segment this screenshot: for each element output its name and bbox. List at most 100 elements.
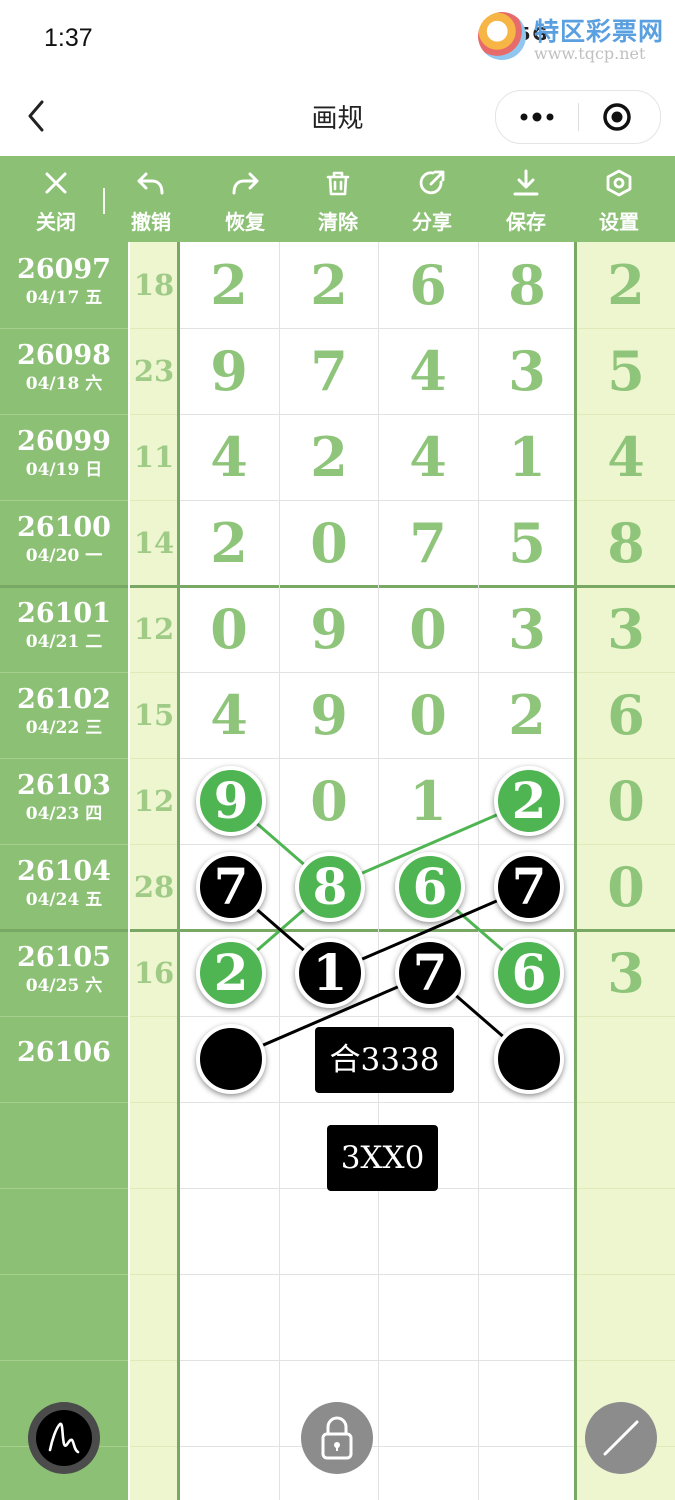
sum-value: 14 <box>133 526 175 560</box>
issue-number: 26101 <box>17 598 111 629</box>
digit-cell: 0 <box>210 597 248 661</box>
close-button[interactable]: 关闭 <box>16 156 96 242</box>
row-divider <box>130 844 178 845</box>
row-divider <box>0 328 128 329</box>
row-divider <box>0 1188 128 1189</box>
close-icon <box>45 172 67 194</box>
undo-button[interactable]: 撤销 <box>111 156 191 242</box>
save-label: 保存 <box>506 210 546 234</box>
watermark-logo-icon <box>478 12 526 60</box>
marked-ball[interactable]: 2 <box>494 766 564 836</box>
issue-date: 04/22 三 <box>25 718 103 738</box>
marked-ball[interactable]: 2 <box>196 938 266 1008</box>
issue-date: 04/19 日 <box>25 460 103 480</box>
share-button[interactable]: 分享 <box>392 156 472 242</box>
row-divider <box>577 1102 675 1103</box>
sum-label[interactable]: 合3338 <box>315 1027 454 1093</box>
issue-number: 26098 <box>17 340 111 371</box>
sum-value: 16 <box>133 956 175 990</box>
issue-cell: 26103 04/23 四 <box>0 771 128 825</box>
row-divider <box>130 414 178 415</box>
row-divider <box>0 1016 128 1017</box>
pattern-label[interactable]: 3XX0 <box>327 1125 438 1191</box>
sum-value: 11 <box>133 440 175 474</box>
digit-cell: 4 <box>210 683 248 747</box>
sum-value: 12 <box>133 784 175 818</box>
marked-ball[interactable]: 9 <box>196 766 266 836</box>
issue-date: 04/18 六 <box>25 374 103 394</box>
sum-value: 15 <box>133 698 175 732</box>
digit-cell: 9 <box>310 683 348 747</box>
row-divider <box>0 414 128 415</box>
tail-value: 3 <box>607 597 645 661</box>
row-divider <box>130 672 178 673</box>
save-button[interactable]: 保存 <box>486 156 566 242</box>
share-label: 分享 <box>412 210 452 234</box>
tail-value: 3 <box>607 941 645 1005</box>
lock-button[interactable] <box>301 1402 373 1474</box>
undo-icon <box>137 172 164 195</box>
download-icon <box>513 169 539 196</box>
digit-cell: 0 <box>409 597 447 661</box>
issue-cell: 26098 04/18 六 <box>0 341 128 395</box>
issue-date: 04/20 一 <box>25 546 103 566</box>
tail-value: 2 <box>607 253 645 317</box>
issue-cell: 26105 04/25 六 <box>0 943 128 997</box>
row-divider <box>577 1274 675 1275</box>
target-icon[interactable] <box>602 102 632 132</box>
marked-ball[interactable]: 6 <box>494 938 564 1008</box>
pen-icon <box>36 1410 92 1466</box>
sum-value: 18 <box>133 268 175 302</box>
tail-value: 8 <box>607 511 645 575</box>
digit-cell: 7 <box>310 339 348 403</box>
issue-number: 26102 <box>17 684 111 715</box>
row-divider <box>0 1360 128 1361</box>
issue-cell: 26102 04/22 三 <box>0 685 128 739</box>
digit-cell: 2 <box>210 511 248 575</box>
marked-ball[interactable]: 7 <box>494 852 564 922</box>
lock-icon <box>321 1416 353 1460</box>
marked-ball[interactable]: 6 <box>395 852 465 922</box>
settings-icon <box>606 169 632 197</box>
share-icon <box>419 170 445 195</box>
line-tool-button[interactable] <box>585 1402 657 1474</box>
sum-value: 28 <box>133 870 175 904</box>
issue-cell: 26104 04/24 五 <box>0 857 128 911</box>
marked-ball[interactable]: 7 <box>395 938 465 1008</box>
status-time: 1:37 <box>44 24 93 52</box>
nav-bar: 画规 <box>0 80 675 156</box>
settings-button[interactable]: 设置 <box>579 156 659 242</box>
undo-label: 撤销 <box>131 210 171 234</box>
tail-value: 5 <box>607 339 645 403</box>
issue-number: 26105 <box>17 942 111 973</box>
digit-cell: 1 <box>508 425 546 489</box>
digit-cell: 2 <box>210 253 248 317</box>
digit-cell: 0 <box>310 769 348 833</box>
close-label: 关闭 <box>36 210 76 234</box>
marked-ball[interactable]: 8 <box>295 852 365 922</box>
toolbar-divider <box>103 188 105 214</box>
row-divider <box>577 1188 675 1189</box>
more-dots-icon[interactable] <box>516 105 558 129</box>
row-divider <box>0 500 128 501</box>
mini-program-capsule <box>495 90 661 144</box>
issue-date: 04/25 六 <box>25 976 103 996</box>
redo-icon <box>232 172 259 195</box>
toolbar: 关闭 撤销 恢复 清除 分享 保存 设置 <box>0 156 675 242</box>
row-divider <box>130 328 178 329</box>
digit-cell: 9 <box>310 597 348 661</box>
row-divider <box>0 758 128 759</box>
clear-button[interactable]: 清除 <box>298 156 378 242</box>
marked-ball[interactable]: 1 <box>295 938 365 1008</box>
draw-mode-button[interactable] <box>28 1402 100 1474</box>
digit-cell: 4 <box>409 339 447 403</box>
row-divider <box>130 1446 178 1447</box>
tail-value: 6 <box>607 683 645 747</box>
marked-ball[interactable] <box>196 1024 266 1094</box>
row-divider <box>577 1360 675 1361</box>
redo-button[interactable]: 恢复 <box>205 156 285 242</box>
digit-cell: 2 <box>508 683 546 747</box>
marked-ball[interactable] <box>494 1024 564 1094</box>
issue-cell: 26100 04/20 一 <box>0 513 128 567</box>
marked-ball[interactable]: 7 <box>196 852 266 922</box>
